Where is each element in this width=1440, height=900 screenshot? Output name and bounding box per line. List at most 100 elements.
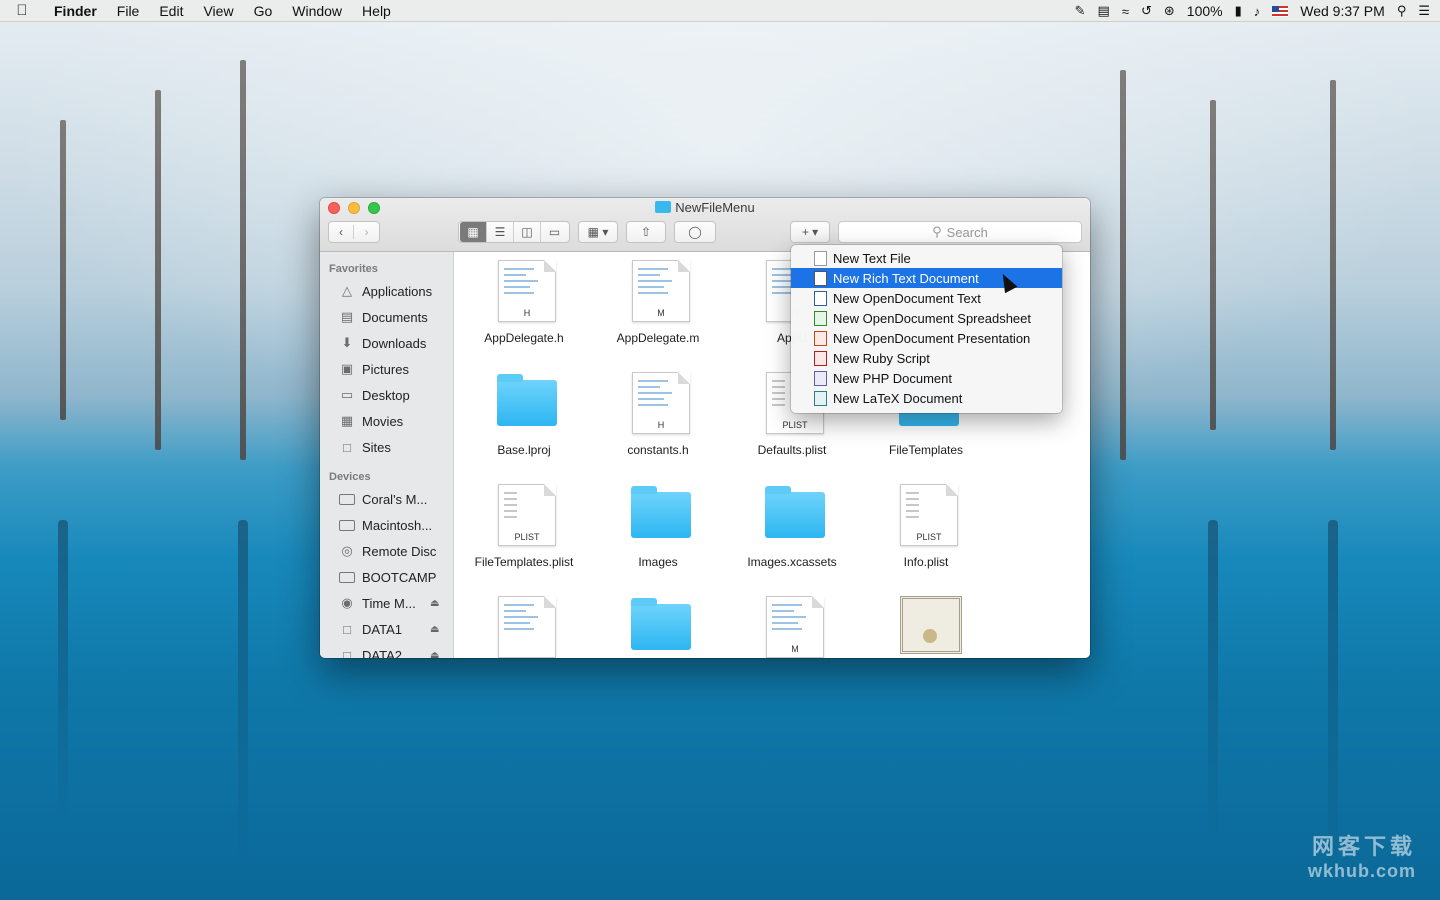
menu-item-new-rich-text-document[interactable]: New Rich Text Document (791, 268, 1062, 288)
latex-icon (814, 390, 827, 406)
source-file-icon: H (498, 260, 556, 322)
hard-disk-icon (338, 518, 356, 532)
sidebar-item-movies[interactable]: ▦ Movies (320, 408, 453, 434)
menu-item-new-latex-document[interactable]: New LaTeX Document (791, 388, 1062, 408)
watermark-line-1: 网客下载 (1311, 834, 1416, 859)
icon-view-button[interactable]: ▦ (460, 222, 487, 242)
menu-item-new-php-document[interactable]: New PHP Document (791, 368, 1062, 388)
menu-item-new-opendocument-text[interactable]: New OpenDocument Text (791, 288, 1062, 308)
certificate-icon (900, 596, 962, 654)
forward-button[interactable]: › (354, 225, 379, 239)
sidebar-item-sites[interactable]: □ Sites (320, 434, 453, 460)
menu-app-finder[interactable]: Finder (44, 0, 107, 22)
eject-icon[interactable]: ⏏ (430, 650, 439, 659)
file-item[interactable]: Images (591, 476, 725, 588)
file-item[interactable] (859, 588, 993, 658)
column-view-button[interactable]: ◫ (514, 222, 541, 242)
window-title-text: NewFileMenu (675, 200, 755, 215)
eject-icon[interactable]: ⏏ (430, 598, 439, 609)
memory-icon[interactable]: ▤ (1098, 3, 1110, 19)
menu-item-new-opendocument-spreadsheet[interactable]: New OpenDocument Spreadsheet (791, 308, 1062, 328)
laptop-icon (338, 492, 356, 506)
wifi-icon[interactable]: ≈ (1122, 4, 1129, 19)
menu-edit[interactable]: Edit (149, 0, 193, 22)
clock[interactable]: Wed 9:37 PM (1300, 3, 1385, 19)
back-button[interactable]: ‹ (329, 225, 355, 239)
sidebar-item-downloads[interactable]: ⬇ Downloads (320, 330, 453, 356)
file-item[interactable]: M (725, 588, 859, 658)
file-item[interactable] (591, 588, 725, 658)
sidebar-item-device[interactable]: Coral's M... (320, 486, 453, 512)
sidebar-item-device[interactable]: ◎ Remote Disc (320, 538, 453, 564)
wallpaper-tree (1120, 70, 1126, 460)
file-type-tag: M (791, 644, 799, 654)
file-item[interactable]: M AppDelegate.m (591, 252, 725, 364)
sidebar-item-applications[interactable]: △ Applications (320, 278, 453, 304)
notification-center-icon[interactable]: ☰ (1418, 3, 1430, 19)
list-view-button[interactable]: ☰ (487, 222, 514, 242)
time-machine-icon[interactable]: ↺ (1141, 3, 1152, 19)
plist-file-icon: PLIST (498, 484, 556, 546)
battery-icon[interactable]: ▮ (1235, 3, 1242, 19)
sidebar-item-device[interactable]: Macintosh... (320, 512, 453, 538)
cover-flow-button[interactable]: ▭ (541, 222, 568, 242)
wallpaper-tree (60, 120, 66, 420)
search-field[interactable]: ⚲ Search (838, 221, 1082, 243)
arrange-button[interactable]: ▦ ▾ (578, 221, 618, 243)
documents-icon: ▤ (340, 309, 354, 324)
desktop-icon: ▭ (340, 387, 354, 402)
file-type-tag: PLIST (916, 532, 942, 542)
file-item[interactable]: PLIST FileTemplates.plist (457, 476, 591, 588)
file-item[interactable]: Base.lproj (457, 364, 591, 476)
file-item[interactable]: Images.xcassets (725, 476, 859, 588)
battery-percent[interactable]: 100% (1187, 3, 1223, 19)
text-file-icon (814, 250, 827, 266)
menu-item-new-text-file[interactable]: New Text File (791, 248, 1062, 268)
menu-view[interactable]: View (193, 0, 243, 22)
file-item[interactable] (457, 588, 591, 658)
bluetooth-icon[interactable]: ⊛ (1164, 3, 1175, 19)
menu-go[interactable]: Go (244, 0, 283, 22)
menu-item-label: New Ruby Script (833, 350, 930, 366)
eject-icon[interactable]: ⏏ (430, 624, 439, 635)
sidebar: Favorites △ Applications ▤ Documents ⬇ Down… (320, 252, 454, 658)
downloads-icon: ⬇ (341, 335, 353, 350)
sidebar-item-pictures[interactable]: ▣ Pictures (320, 356, 453, 382)
share-button[interactable]: ⇧ (626, 221, 666, 243)
spotlight-search-icon[interactable]: ⚲ (1397, 3, 1407, 19)
odp-icon (814, 330, 827, 346)
input-source-flag-icon[interactable] (1272, 5, 1289, 17)
sidebar-item-device[interactable]: □ DATA2 ⏏ (320, 642, 453, 659)
source-file-icon (498, 596, 556, 658)
menu-item-label: New OpenDocument Presentation (833, 330, 1031, 346)
sidebar-item-device[interactable]: BOOTCAMP (320, 564, 453, 590)
sidebar-item-desktop[interactable]: ▭ Desktop (320, 382, 453, 408)
pen-icon[interactable]: ✎ (1075, 3, 1086, 19)
menu-file[interactable]: File (107, 0, 150, 22)
menu-item-new-opendocument-presentation[interactable]: New OpenDocument Presentation (791, 328, 1062, 348)
source-file-icon: M (766, 596, 824, 658)
window-title: NewFileMenu (320, 200, 1090, 215)
file-item[interactable]: PLIST Info.plist (859, 476, 993, 588)
window-titlebar[interactable]: NewFileMenu ‹ › ▦ ☰ ◫ ▭ ▦ ▾ ⇧ ◯ + ▾ ⚲ Se… (320, 198, 1090, 252)
apple-icon[interactable]:  (0, 2, 44, 19)
sidebar-item-label: Pictures (362, 361, 409, 377)
menu-help[interactable]: Help (352, 0, 401, 22)
volume-icon[interactable]: ♪ (1254, 4, 1261, 19)
hard-disk-icon (338, 570, 356, 584)
menu-window[interactable]: Window (282, 0, 352, 22)
file-item[interactable]: H AppDelegate.h (457, 252, 591, 364)
menu-item-new-ruby-script[interactable]: New Ruby Script (791, 348, 1062, 368)
sidebar-item-documents[interactable]: ▤ Documents (320, 304, 453, 330)
file-name: Defaults.plist (757, 443, 827, 457)
sidebar-item-label: Coral's M... (362, 491, 428, 507)
sidebar-item-device[interactable]: □ DATA1 ⏏ (320, 616, 453, 642)
wallpaper-reflection (58, 520, 68, 820)
new-file-menu-button[interactable]: + ▾ (790, 221, 830, 243)
sidebar-item-device[interactable]: ◉ Time M... ⏏ (320, 590, 453, 616)
time-machine-disk-icon: ◉ (341, 595, 353, 610)
file-item[interactable]: Hconstants.h (591, 364, 725, 476)
tags-button[interactable]: ◯ (674, 221, 716, 243)
file-name: Base.lproj (497, 443, 551, 457)
menu-item-label: New Text File (833, 250, 911, 266)
